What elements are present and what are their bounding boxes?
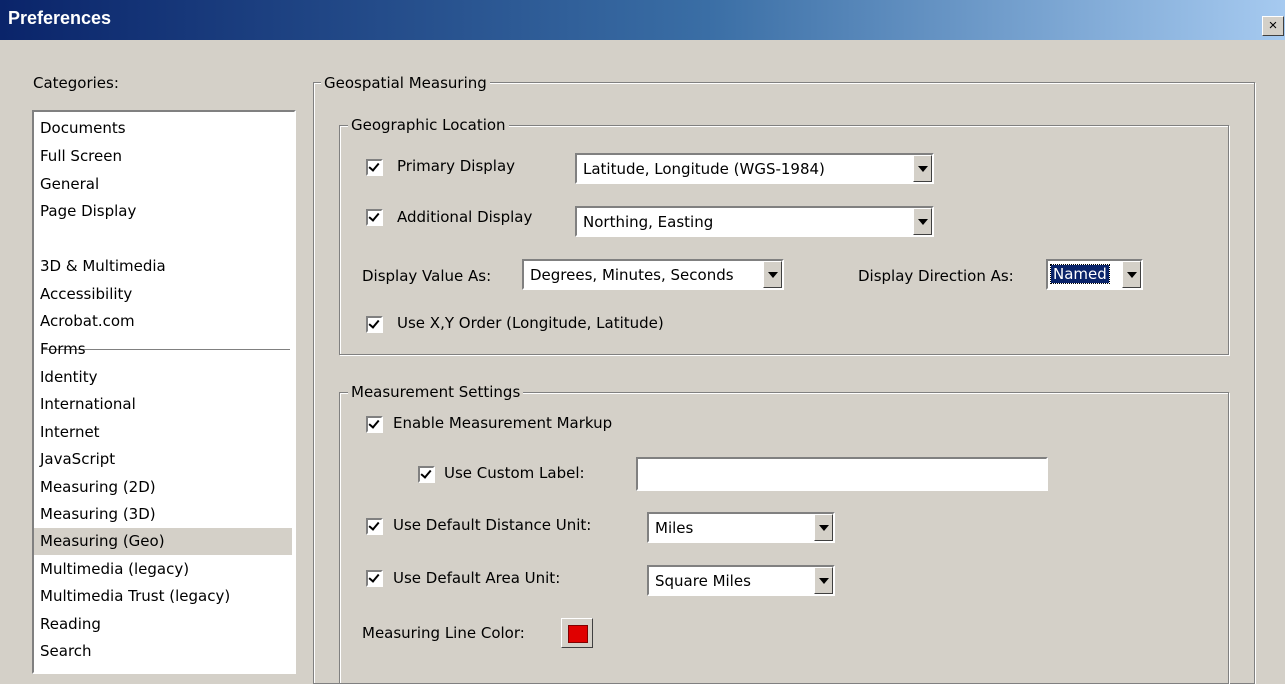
measurement-settings-title: Measurement Settings bbox=[348, 383, 524, 401]
line-color-label: Measuring Line Color: bbox=[362, 624, 525, 642]
list-item[interactable]: Full Screen bbox=[40, 143, 122, 170]
area-unit-label: Use Default Area Unit: bbox=[393, 569, 561, 587]
list-item[interactable]: JavaScript bbox=[40, 446, 115, 473]
chevron-down-icon[interactable] bbox=[814, 567, 833, 594]
list-item[interactable]: Measuring (2D) bbox=[40, 474, 156, 501]
geographic-location-title: Geographic Location bbox=[348, 116, 509, 134]
list-item[interactable]: Multimedia (legacy) bbox=[40, 556, 189, 583]
display-value-as-value: Degrees, Minutes, Seconds bbox=[530, 266, 734, 284]
categories-list[interactable]: Documents Full Screen General Page Displ… bbox=[32, 110, 296, 674]
display-direction-as-label: Display Direction As: bbox=[858, 267, 1014, 285]
additional-display-label: Additional Display bbox=[397, 208, 533, 226]
categories-label: Categories: bbox=[33, 74, 119, 92]
chevron-down-icon[interactable] bbox=[814, 514, 833, 541]
custom-label-checkbox[interactable] bbox=[418, 466, 435, 483]
list-item[interactable]: Multimedia Trust (legacy) bbox=[40, 583, 230, 610]
xy-order-label: Use X,Y Order (Longitude, Latitude) bbox=[397, 314, 664, 332]
primary-display-checkbox[interactable] bbox=[366, 159, 383, 176]
xy-order-checkbox[interactable] bbox=[366, 316, 383, 333]
primary-display-value: Latitude, Longitude (WGS-1984) bbox=[583, 160, 825, 178]
list-item[interactable]: Forms bbox=[40, 336, 86, 363]
geospatial-group-title: Geospatial Measuring bbox=[321, 74, 490, 92]
close-button[interactable]: × bbox=[1262, 16, 1284, 36]
chevron-down-icon[interactable] bbox=[1122, 261, 1141, 288]
list-item[interactable]: 3D & Multimedia bbox=[40, 253, 166, 280]
title-bar: Preferences bbox=[0, 0, 1285, 40]
additional-display-value: Northing, Easting bbox=[583, 213, 714, 231]
enable-markup-checkbox[interactable] bbox=[366, 416, 383, 433]
area-unit-checkbox[interactable] bbox=[366, 570, 383, 587]
color-swatch bbox=[568, 625, 588, 643]
area-unit-select[interactable]: Square Miles bbox=[647, 565, 835, 596]
custom-label-input[interactable] bbox=[636, 457, 1048, 491]
display-value-as-select[interactable]: Degrees, Minutes, Seconds bbox=[522, 259, 784, 290]
distance-unit-label: Use Default Distance Unit: bbox=[393, 516, 592, 534]
display-direction-as-value: Named bbox=[1050, 264, 1110, 284]
list-item[interactable]: Acrobat.com bbox=[40, 308, 135, 335]
distance-unit-checkbox[interactable] bbox=[366, 518, 383, 535]
list-item[interactable]: Page Display bbox=[40, 198, 136, 225]
list-item[interactable]: Search bbox=[40, 638, 92, 665]
additional-display-select[interactable]: Northing, Easting bbox=[575, 206, 934, 237]
chevron-down-icon[interactable] bbox=[913, 208, 932, 235]
list-item[interactable]: Reading bbox=[40, 611, 101, 638]
list-item[interactable]: General bbox=[40, 171, 99, 198]
distance-unit-select[interactable]: Miles bbox=[647, 512, 835, 543]
primary-display-select[interactable]: Latitude, Longitude (WGS-1984) bbox=[575, 153, 934, 184]
custom-label-label: Use Custom Label: bbox=[444, 464, 585, 482]
list-item[interactable]: Internet bbox=[40, 419, 100, 446]
window-title: Preferences bbox=[8, 8, 112, 28]
list-item[interactable]: Identity bbox=[40, 364, 98, 391]
chevron-down-icon[interactable] bbox=[763, 261, 782, 288]
area-unit-value: Square Miles bbox=[655, 572, 751, 590]
list-item[interactable]: Measuring (3D) bbox=[40, 501, 156, 528]
distance-unit-value: Miles bbox=[655, 519, 694, 537]
display-value-as-label: Display Value As: bbox=[362, 267, 492, 285]
line-color-button[interactable] bbox=[561, 618, 593, 648]
list-item-selected[interactable]: Measuring (Geo) bbox=[34, 528, 292, 555]
list-item[interactable]: Documents bbox=[40, 115, 126, 142]
list-item[interactable]: Accessibility bbox=[40, 281, 132, 308]
display-direction-as-select[interactable]: Named bbox=[1046, 259, 1143, 290]
chevron-down-icon[interactable] bbox=[913, 155, 932, 182]
list-item[interactable]: International bbox=[40, 391, 136, 418]
enable-markup-label: Enable Measurement Markup bbox=[393, 414, 613, 432]
additional-display-checkbox[interactable] bbox=[366, 209, 383, 226]
primary-display-label: Primary Display bbox=[397, 157, 516, 175]
